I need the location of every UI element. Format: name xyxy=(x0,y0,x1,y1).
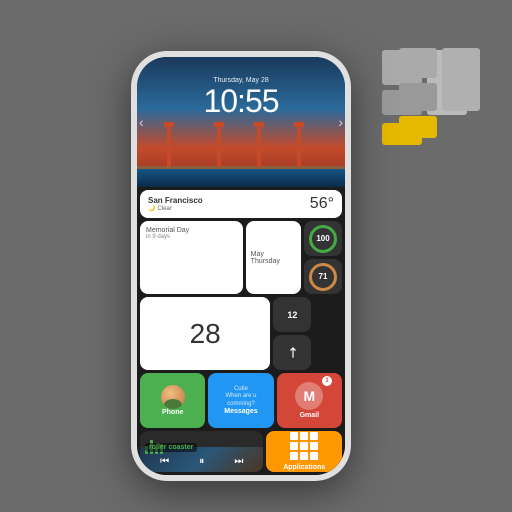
circle-widget-71[interactable]: 71 xyxy=(304,259,342,294)
date-overlay: Thursday, May 28 10:55 xyxy=(137,77,345,119)
music-widget[interactable]: roller coaster ⏮ ⏸ ⏭ xyxy=(140,431,263,472)
play-pause-button[interactable]: ⏸ xyxy=(199,456,204,467)
app-row: Phone CutieWhen are ucomming? Messages 1… xyxy=(140,373,342,428)
phone-mockup: Thursday, May 28 10:55 ‹ › San Francisco… xyxy=(131,51,351,481)
prev-button[interactable]: ⏮ xyxy=(160,456,169,467)
logo-container xyxy=(399,48,480,138)
music-track: roller coaster xyxy=(145,436,258,454)
logo-block-yellow xyxy=(399,116,437,138)
day-name: Thursday xyxy=(251,258,296,265)
weather-condition: 🌙 Clear xyxy=(148,205,203,212)
memorial-widget[interactable]: Memorial Day in 9 days xyxy=(140,221,243,294)
phone-avatar xyxy=(161,385,185,409)
logo-block-2 xyxy=(442,48,480,111)
circle-100-ring: 100 xyxy=(309,225,337,253)
music-controls: ⏮ ⏸ ⏭ xyxy=(145,456,258,467)
arrow-right-icon[interactable]: › xyxy=(338,114,343,130)
hero-time: 10:55 xyxy=(137,84,345,119)
weather-city: San Francisco xyxy=(148,196,203,205)
arrow-widget[interactable]: ↗ xyxy=(273,335,311,370)
widget-area: San Francisco 🌙 Clear 56° Memorial Day i… xyxy=(137,187,345,475)
hero-wallpaper: Thursday, May 28 10:55 ‹ › xyxy=(137,57,345,187)
bottom-row: roller coaster ⏮ ⏸ ⏭ xyxy=(140,431,342,472)
gmail-widget[interactable]: 1 M Gmail xyxy=(277,373,342,428)
hero-date: Thursday, May 28 xyxy=(137,77,345,84)
phone-app-label: Phone xyxy=(162,409,183,416)
memorial-title: Memorial Day xyxy=(146,227,237,234)
apps-grid-icon xyxy=(290,432,318,460)
day-label-widget[interactable]: May Thursday xyxy=(246,221,301,294)
applications-widget[interactable]: Applications xyxy=(266,431,342,472)
messages-widget[interactable]: CutieWhen are ucomming? Messages xyxy=(208,373,273,428)
gmail-badge: 1 xyxy=(322,376,332,386)
memorial-subtitle: in 9 days xyxy=(146,234,237,240)
next-button[interactable]: ⏭ xyxy=(234,456,243,467)
gmail-app-label: Gmail xyxy=(300,412,319,419)
logo-block-3 xyxy=(399,83,437,111)
big-date-widget[interactable]: 28 xyxy=(140,297,270,370)
small-widget-12[interactable]: 12 xyxy=(273,297,311,332)
weather-temp: 56° xyxy=(310,195,334,213)
track-name: roller coaster xyxy=(145,443,197,452)
applications-label: Applications xyxy=(283,464,325,471)
arrow-icon: ↗ xyxy=(282,342,302,362)
widget-row-1: Memorial Day in 9 days May Thursday 100 xyxy=(140,221,342,294)
messages-preview: CutieWhen are ucomming? xyxy=(223,386,258,408)
month-label: May xyxy=(251,251,296,258)
widget-row-2: 28 12 ↗ xyxy=(140,297,342,370)
weather-widget[interactable]: San Francisco 🌙 Clear 56° xyxy=(140,190,342,218)
circle-71-ring: 71 xyxy=(309,263,337,291)
big-date-number: 28 xyxy=(190,320,221,348)
messages-app-label: Messages xyxy=(224,408,257,415)
gmail-icon-circle: M xyxy=(295,382,323,410)
circle-widget-100[interactable]: 100 xyxy=(304,221,342,256)
arrow-left-icon[interactable]: ‹ xyxy=(139,114,144,130)
phone-widget[interactable]: Phone xyxy=(140,373,205,428)
logo-block-1 xyxy=(399,48,437,78)
